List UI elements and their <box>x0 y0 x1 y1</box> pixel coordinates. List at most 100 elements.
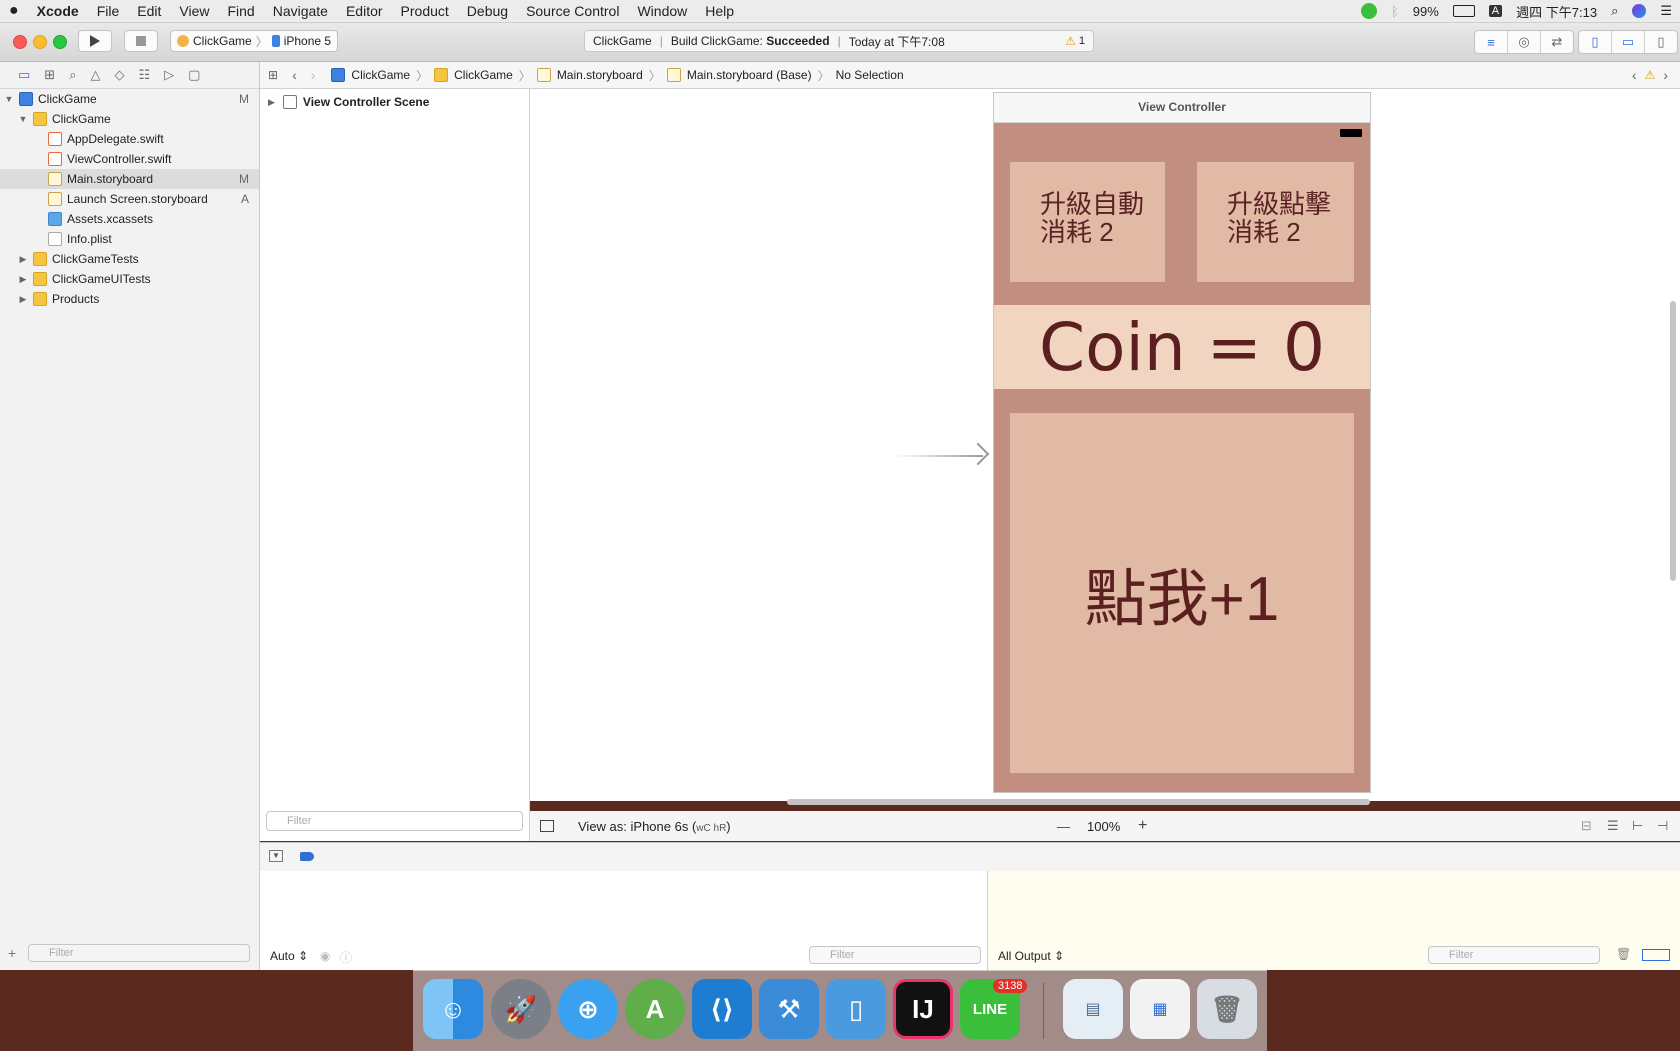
coin-label[interactable]: Coin = 0 <box>994 305 1370 389</box>
zoom-out-button[interactable]: — <box>1057 819 1070 834</box>
notification-center-icon[interactable]: ☰ <box>1660 3 1672 19</box>
vc-root-view[interactable]: 升級自動 消耗 2 升級點擊 消耗 2 Coin = 0 點我+1 <box>994 123 1370 792</box>
search-icon[interactable]: ⌕ <box>69 67 76 83</box>
view-as-button[interactable]: View as: iPhone 6s (wC hR) <box>578 819 731 834</box>
menu-navigate[interactable]: Navigate <box>273 3 328 19</box>
breadcrumb-localization[interactable]: Main.storyboard (Base) <box>666 68 812 82</box>
warning-count[interactable]: 1 <box>1079 35 1085 47</box>
menu-find[interactable]: Find <box>227 3 254 19</box>
menu-edit[interactable]: Edit <box>137 3 161 19</box>
breadcrumb-selection[interactable]: No Selection <box>836 68 904 82</box>
tree-item-group-clickgame[interactable]: ▼ ClickGame <box>0 109 259 129</box>
menu-product[interactable]: Product <box>401 3 449 19</box>
tree-item-viewcontroller[interactable]: ViewController.swift <box>0 149 259 169</box>
line-status-icon[interactable] <box>1360 3 1377 19</box>
version-editor-icon[interactable]: ⇄ <box>1541 31 1573 53</box>
tree-item-products[interactable]: ▶ Products <box>0 289 259 309</box>
tree-item-launch-screen[interactable]: Launch Screen.storyboard A <box>0 189 259 209</box>
xcode-icon[interactable]: ⚒ <box>759 979 819 1039</box>
menu-help[interactable]: Help <box>705 3 734 19</box>
disclosure-closed-icon[interactable]: ▶ <box>18 274 28 285</box>
navigator-toggle-icon[interactable]: ▯ <box>1579 31 1612 53</box>
vertical-scrollbar[interactable] <box>1670 301 1676 581</box>
vc-title[interactable]: View Controller <box>994 93 1370 123</box>
debug-icon[interactable]: ☷ <box>138 67 150 83</box>
folder-icon[interactable]: ▭ <box>18 67 30 83</box>
zoom-window-button[interactable] <box>53 35 67 49</box>
android-studio-icon[interactable]: A <box>625 979 685 1039</box>
outline-filter-input[interactable]: Filter <box>266 811 523 831</box>
trash-icon[interactable]: 🗑 <box>1616 947 1631 961</box>
downloads-stack-icon[interactable]: ▦ <box>1130 979 1190 1039</box>
standard-editor-icon[interactable]: ≡ <box>1475 31 1508 53</box>
menu-app-xcode[interactable]: Xcode <box>37 3 79 19</box>
back-icon[interactable]: ‹ <box>292 67 297 83</box>
safari-icon[interactable]: ⊕ <box>558 979 618 1039</box>
zoom-level[interactable]: 100% <box>1087 819 1120 834</box>
tree-item-main-storyboard[interactable]: Main.storyboard M <box>0 169 259 189</box>
tree-item-info-plist[interactable]: Info.plist <box>0 229 259 249</box>
warning-icon[interactable]: ⚠ <box>1065 34 1076 48</box>
next-issue-icon[interactable]: › <box>1663 67 1668 83</box>
issue-icon[interactable]: △ <box>90 67 100 83</box>
split-view-icon[interactable] <box>1642 949 1670 961</box>
variables-filter-input[interactable]: Filter <box>809 946 981 964</box>
add-file-icon[interactable]: + <box>8 945 16 961</box>
tree-item-uitests[interactable]: ▶ ClickGameUITests <box>0 269 259 289</box>
menu-file[interactable]: File <box>97 3 120 19</box>
tree-item-tests[interactable]: ▶ ClickGameTests <box>0 249 259 269</box>
stack-icon[interactable]: ☰ <box>1607 818 1619 834</box>
upgrade-click-button[interactable]: 升級點擊 消耗 2 <box>1197 162 1354 282</box>
eye-icon[interactable]: ◉ <box>320 949 330 963</box>
view-controller[interactable]: View Controller 升級自動 消耗 2 升級點擊 消耗 2 Coin… <box>993 92 1371 793</box>
intellij-icon[interactable]: IJ <box>893 979 953 1039</box>
tree-item-appdelegate[interactable]: AppDelegate.swift <box>0 129 259 149</box>
upgrade-auto-button[interactable]: 升級自動 消耗 2 <box>1010 162 1165 282</box>
report-icon[interactable]: ▢ <box>188 67 200 83</box>
finder-icon[interactable]: ☺ <box>423 979 483 1039</box>
breadcrumb-file[interactable]: Main.storyboard <box>536 68 643 82</box>
align-icon[interactable]: ⊢ <box>1632 818 1643 834</box>
horizontal-scrollbar[interactable] <box>787 799 1370 805</box>
debug-area-toggle-icon[interactable]: ▭ <box>1612 31 1645 53</box>
disclosure-closed-icon[interactable]: ▶ <box>268 97 275 108</box>
siri-icon[interactable] <box>1632 4 1647 18</box>
tap-plus-one-button[interactable]: 點我+1 <box>1010 413 1354 773</box>
simulator-icon[interactable]: ▯ <box>826 979 886 1039</box>
navigator-filter-input[interactable]: Filter <box>28 944 250 962</box>
disclosure-closed-icon[interactable]: ▶ <box>18 254 28 265</box>
previous-issue-icon[interactable]: ‹ <box>1632 67 1637 83</box>
documents-stack-icon[interactable]: ▤ <box>1063 979 1123 1039</box>
related-items-icon[interactable]: ⊞ <box>268 68 278 82</box>
assistant-editor-icon[interactable]: ◎ <box>1508 31 1541 53</box>
pin-icon[interactable]: ⊣ <box>1657 818 1668 834</box>
embed-in-icon[interactable]: ⊟ <box>1581 818 1592 834</box>
output-select[interactable]: All Output ⇕ <box>998 949 1064 963</box>
hide-debug-area-icon[interactable]: ▼ <box>269 850 283 862</box>
spotlight-icon[interactable]: ⌕ <box>1611 3 1618 19</box>
info-icon[interactable]: ⓘ <box>340 949 352 966</box>
bluetooth-icon[interactable]: ᛒ <box>1391 4 1399 19</box>
menu-view[interactable]: View <box>179 3 209 19</box>
symbol-icon[interactable]: ⊞ <box>44 67 55 83</box>
close-window-button[interactable] <box>13 35 27 49</box>
console-filter-input[interactable]: Filter <box>1428 946 1600 964</box>
input-source-icon[interactable]: A <box>1488 5 1503 17</box>
storyboard-canvas[interactable]: View Controller 升級自動 消耗 2 升級點擊 消耗 2 Coin… <box>530 89 1680 805</box>
vscode-icon[interactable]: ⟨⟩ <box>692 979 752 1039</box>
test-icon[interactable]: ◇ <box>114 67 124 83</box>
minimize-window-button[interactable] <box>33 35 47 49</box>
breadcrumb-project[interactable]: ClickGame <box>331 68 410 82</box>
breakpoint-icon[interactable]: ▷ <box>164 67 174 83</box>
forward-icon[interactable]: › <box>311 67 316 83</box>
menu-editor[interactable]: Editor <box>346 3 383 19</box>
menu-source-control[interactable]: Source Control <box>526 3 619 19</box>
scheme-selector[interactable]: ClickGame 〉 iPhone 5 <box>170 30 339 52</box>
battery-icon[interactable] <box>1452 5 1475 17</box>
launchpad-icon[interactable]: 🚀 <box>491 979 551 1039</box>
disclosure-open-icon[interactable]: ▼ <box>4 94 14 104</box>
menubar-clock[interactable]: 週四 下午7:13 <box>1516 2 1597 21</box>
tree-item-project[interactable]: ▼ ClickGame M <box>0 89 259 109</box>
run-button[interactable] <box>78 30 112 52</box>
menu-window[interactable]: Window <box>637 3 687 19</box>
